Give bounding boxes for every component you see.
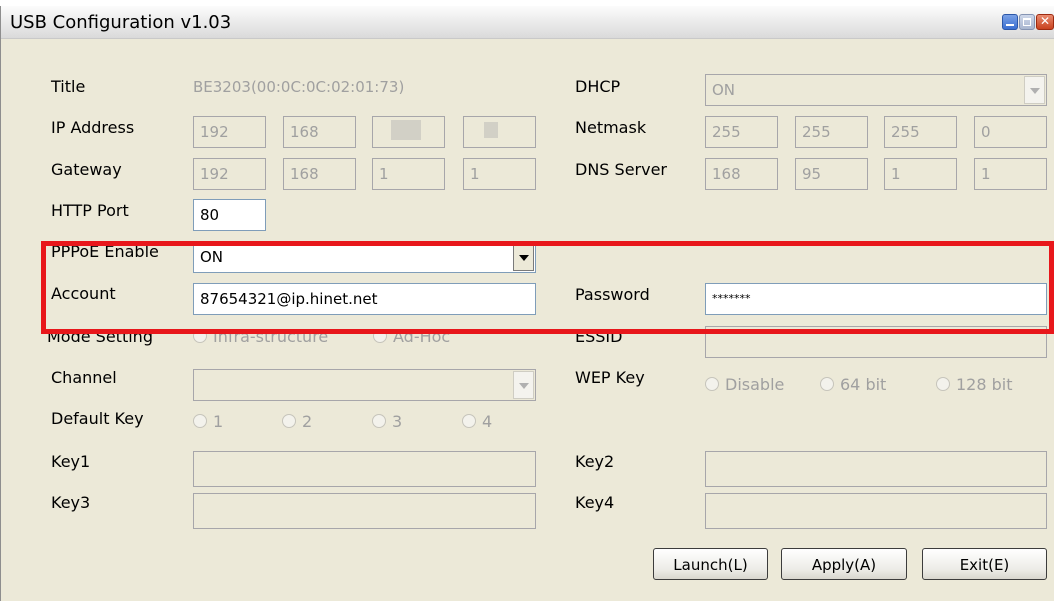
radio-label: 2 (302, 412, 313, 431)
channel-label: Channel (51, 368, 117, 387)
dns-server-octet-3[interactable]: 1 (884, 158, 957, 190)
radio-default-key-4[interactable]: 4 (462, 412, 492, 432)
ip-address-octet-4[interactable] (463, 116, 536, 148)
key2-input[interactable] (705, 451, 1047, 487)
chevron-down-icon[interactable] (513, 371, 534, 399)
radio-circle-icon (820, 377, 834, 391)
ip-address-octet-1[interactable]: 192 (193, 116, 266, 148)
radio-label: 128 bit (956, 375, 1013, 394)
radio-label: 1 (213, 412, 224, 431)
radio-label: 3 (392, 412, 403, 431)
highlight-box (41, 241, 1054, 334)
channel-select[interactable] (193, 369, 536, 401)
netmask-label: Netmask (575, 118, 647, 137)
radio-circle-icon (193, 414, 207, 428)
dhcp-select[interactable]: ON (705, 74, 1047, 106)
radio-circle-icon (282, 414, 296, 428)
radio-wep-128bit[interactable]: 128 bit (936, 375, 1013, 395)
launch-button[interactable]: Launch(L) (653, 548, 768, 580)
netmask-octet-3[interactable]: 255 (884, 116, 957, 148)
title-label: Title (51, 77, 86, 96)
gateway-octet-3[interactable]: 1 (372, 158, 445, 190)
radio-circle-icon (372, 414, 386, 428)
radio-circle-icon (462, 414, 476, 428)
dns-server-octet-2[interactable]: 95 (795, 158, 868, 190)
key4-label: Key4 (575, 493, 615, 512)
gateway-octet-4[interactable]: 1 (463, 158, 536, 190)
key3-input[interactable] (193, 493, 536, 529)
dns-server-octet-4[interactable]: 1 (974, 158, 1047, 190)
radio-wep-64bit[interactable]: 64 bit (820, 375, 886, 395)
netmask-octet-2[interactable]: 255 (795, 116, 868, 148)
window-title: USB Configuration v1.03 (10, 12, 232, 33)
title-bar: USB Configuration v1.03 (1, 6, 1054, 39)
http-port-label: HTTP Port (51, 201, 129, 220)
maximize-icon[interactable] (1019, 14, 1035, 30)
close-icon[interactable] (1036, 14, 1054, 30)
chevron-down-icon[interactable] (1024, 76, 1045, 104)
radio-default-key-3[interactable]: 3 (372, 412, 402, 432)
radio-default-key-2[interactable]: 2 (282, 412, 312, 432)
netmask-octet-4[interactable]: 0 (974, 116, 1047, 148)
ip-address-octet-2[interactable]: 168 (283, 116, 356, 148)
ip-address-octet-3[interactable] (372, 116, 445, 148)
key1-input[interactable] (193, 451, 536, 487)
gateway-octet-1[interactable]: 192 (193, 158, 266, 190)
minimize-icon[interactable] (1002, 14, 1018, 30)
key2-label: Key2 (575, 452, 615, 471)
radio-circle-icon (705, 377, 719, 391)
apply-button[interactable]: Apply(A) (781, 548, 907, 580)
radio-circle-icon (936, 377, 950, 391)
dhcp-value: ON (712, 81, 736, 99)
dns-server-octet-1[interactable]: 168 (705, 158, 778, 190)
radio-label: Disable (725, 375, 785, 394)
radio-default-key-1[interactable]: 1 (193, 412, 223, 432)
radio-label: 64 bit (840, 375, 887, 394)
title-value: BE3203(00:0C:0C:02:01:73) (193, 78, 405, 96)
ip-address-label: IP Address (51, 118, 135, 137)
key1-label: Key1 (51, 452, 91, 471)
radio-wep-disable[interactable]: Disable (705, 375, 784, 395)
default-key-label: Default Key (51, 409, 144, 428)
gateway-octet-2[interactable]: 168 (283, 158, 356, 190)
wep-key-label: WEP Key (575, 368, 645, 387)
dns-server-label: DNS Server (575, 160, 667, 179)
http-port-input[interactable]: 80 (193, 199, 266, 231)
usb-config-window: USB Configuration v1.03 Title IP Address… (0, 6, 1054, 601)
netmask-octet-1[interactable]: 255 (705, 116, 778, 148)
key4-input[interactable] (705, 493, 1047, 529)
radio-label: 4 (482, 412, 493, 431)
dhcp-label: DHCP (575, 77, 621, 96)
exit-button[interactable]: Exit(E) (922, 548, 1047, 580)
key3-label: Key3 (51, 493, 91, 512)
gateway-label: Gateway (51, 160, 122, 179)
